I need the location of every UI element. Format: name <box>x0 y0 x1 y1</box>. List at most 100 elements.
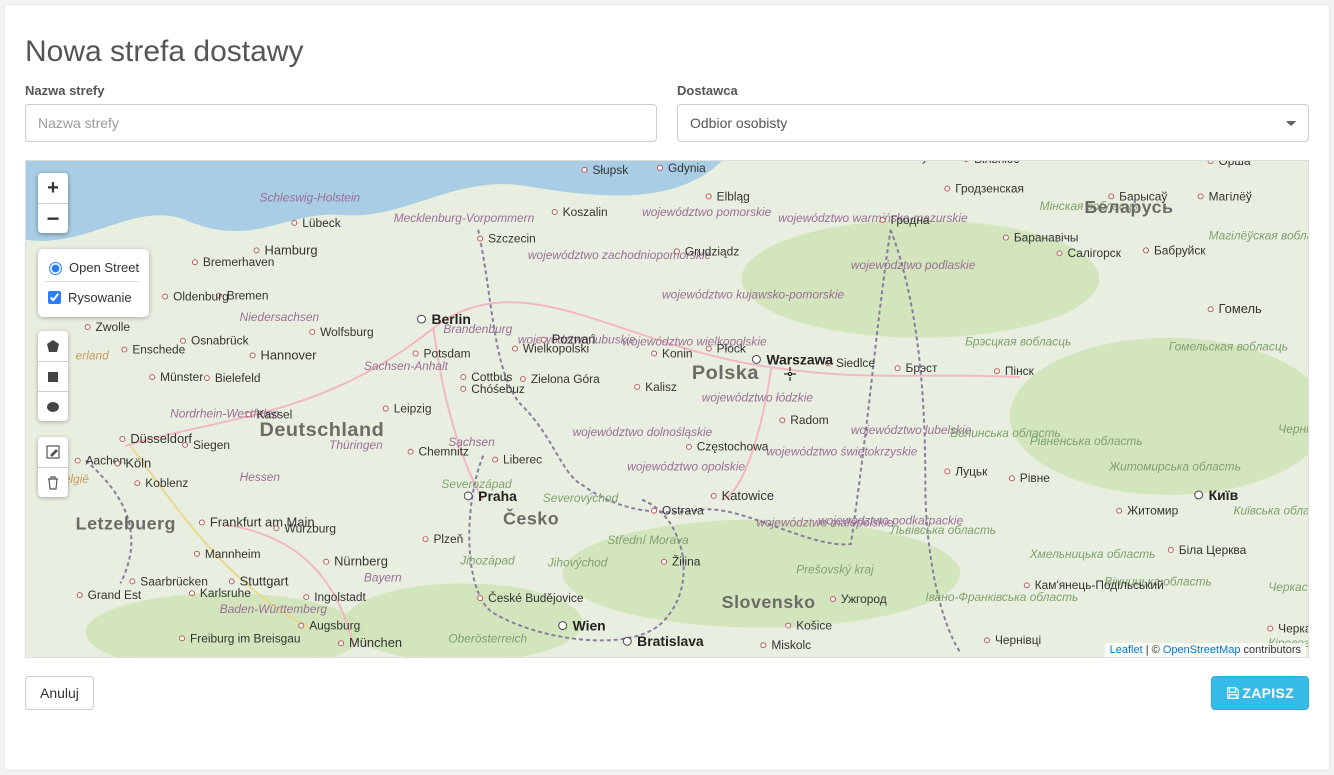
svg-text:Oldenburg: Oldenburg <box>173 290 229 304</box>
svg-text:Магілёў: Магілёў <box>1209 189 1252 203</box>
draw-edit-tools <box>38 437 68 497</box>
svg-text:Mecklenburg-Vorpommern: Mecklenburg-Vorpommern <box>394 211 535 225</box>
svg-text:Osnabrück: Osnabrück <box>191 334 249 348</box>
map-background: Schleswig-Holstein Mecklenburg-Vorpommern… <box>26 161 1308 657</box>
svg-text:Česko: Česko <box>503 508 559 529</box>
provider-group: Dostawca Odbior osobisty <box>677 83 1309 142</box>
edit-shapes-button[interactable] <box>38 437 68 467</box>
svg-text:Wielkopolski: Wielkopolski <box>523 342 589 356</box>
svg-text:Черкаська область: Черкаська область <box>1268 580 1308 594</box>
provider-select[interactable]: Odbior osobisty <box>677 104 1309 142</box>
svg-text:Jihozápad: Jihozápad <box>459 554 515 568</box>
svg-text:województwo warmińsko-mazurski: województwo warmińsko-mazurskie <box>778 211 968 225</box>
draw-circle-button[interactable] <box>38 391 68 421</box>
svg-text:Praha: Praha <box>478 488 517 504</box>
trash-icon <box>46 476 60 490</box>
svg-text:České Budějovice: České Budějovice <box>488 590 584 605</box>
svg-text:Барысаў: Барысаў <box>1119 189 1167 203</box>
svg-text:Radom: Radom <box>790 413 829 427</box>
provider-label: Dostawca <box>677 83 1309 98</box>
draw-polygon-button[interactable] <box>38 331 68 361</box>
svg-text:Konin: Konin <box>662 347 692 361</box>
svg-text:Deutschland: Deutschland <box>260 419 385 441</box>
drawing-layer-checkbox[interactable] <box>48 291 61 304</box>
base-layer-radio[interactable] <box>49 262 62 275</box>
svg-text:Stuttgart: Stuttgart <box>240 573 289 588</box>
svg-text:Hessen: Hessen <box>240 470 281 484</box>
svg-text:Niedersachsen: Niedersachsen <box>240 310 320 324</box>
svg-text:Chóśebuz: Chóśebuz <box>471 382 525 396</box>
draw-rectangle-button[interactable] <box>38 361 68 391</box>
base-layer-option[interactable]: Open Street <box>44 255 139 279</box>
svg-text:Potsdam: Potsdam <box>424 347 471 361</box>
svg-text:Siegen: Siegen <box>193 438 230 452</box>
svg-text:Орша: Орша <box>1219 161 1251 168</box>
svg-text:Schleswig-Holstein: Schleswig-Holstein <box>260 190 361 204</box>
draw-tools <box>38 331 68 421</box>
svg-text:Letzebuerg: Letzebuerg <box>76 513 176 533</box>
save-button[interactable]: ZAPISZ <box>1211 676 1309 710</box>
svg-text:Baden-Württemberg: Baden-Württemberg <box>220 602 328 616</box>
svg-text:Žilina: Žilina <box>672 554 701 569</box>
edit-icon <box>45 444 61 460</box>
svg-text:Wolfsburg: Wolfsburg <box>320 325 373 339</box>
zone-name-input[interactable] <box>25 104 657 142</box>
svg-text:Bremerhaven: Bremerhaven <box>203 255 275 269</box>
svg-text:Chemnitz: Chemnitz <box>419 445 469 459</box>
svg-text:Брэст: Брэст <box>906 361 939 375</box>
svg-text:Nürnberg: Nürnberg <box>334 554 388 569</box>
svg-text:Ostrava: Ostrava <box>662 504 704 518</box>
svg-text:województwo opolskie: województwo opolskie <box>627 459 745 473</box>
svg-text:Szczecin: Szczecin <box>488 232 536 246</box>
page-title: Nowa strefa dostawy <box>25 35 1309 69</box>
delivery-zone-card: Nowa strefa dostawy Nazwa strefy Dostawc… <box>4 4 1330 771</box>
zone-name-group: Nazwa strefy <box>25 83 657 142</box>
svg-text:Житомирська область: Житомирська область <box>1108 459 1241 473</box>
svg-text:województwo kujawsko-pomorskie: województwo kujawsko-pomorskie <box>662 288 844 302</box>
circle-icon <box>46 400 60 414</box>
svg-text:Katowice: Katowice <box>722 488 774 503</box>
svg-text:Enschede: Enschede <box>132 343 185 357</box>
cancel-button[interactable]: Anuluj <box>25 676 94 710</box>
svg-text:Рівне: Рівне <box>1020 471 1051 485</box>
svg-text:Köln: Köln <box>125 456 151 471</box>
svg-text:województwo podlaskie: województwo podlaskie <box>851 258 976 272</box>
map-attribution: Leaflet | © OpenStreetMap contributors <box>1105 643 1306 657</box>
svg-text:województwo pomorskie: województwo pomorskie <box>642 205 772 219</box>
svg-text:Гродзенская: Гродзенская <box>955 181 1024 195</box>
svg-text:Aachen: Aachen <box>86 454 126 468</box>
svg-text:Grand Est: Grand Est <box>88 588 142 602</box>
svg-text:Plzeň: Plzeň <box>433 532 463 546</box>
form-row: Nazwa strefy Dostawca Odbior osobisty <box>25 83 1309 142</box>
zone-name-label: Nazwa strefy <box>25 83 657 98</box>
svg-text:Ingolstadt: Ingolstadt <box>314 590 366 604</box>
svg-text:Jihovýchod: Jihovýchod <box>547 556 608 570</box>
polygon-icon <box>45 338 61 354</box>
svg-text:Луцьк: Луцьк <box>955 464 988 478</box>
square-icon <box>46 370 60 384</box>
svg-text:Гомель: Гомель <box>1219 301 1262 316</box>
leaflet-link[interactable]: Leaflet <box>1110 644 1143 656</box>
delete-shapes-button[interactable] <box>38 467 68 497</box>
svg-text:Ужгород: Ужгород <box>841 592 887 606</box>
svg-text:Slovensko: Slovensko <box>722 592 816 612</box>
svg-text:Koszalin: Koszalin <box>563 205 608 219</box>
svg-text:Кам'янець-Подільський: Кам'янець-Подільський <box>1035 578 1164 592</box>
svg-text:Saarbrücken: Saarbrücken <box>140 574 208 588</box>
osm-link[interactable]: OpenStreetMap <box>1163 644 1241 656</box>
svg-text:Koblenz: Koblenz <box>145 476 188 490</box>
map-container[interactable]: Schleswig-Holstein Mecklenburg-Vorpommern… <box>25 160 1309 658</box>
drawing-layer-option[interactable]: Rysowanie <box>44 284 139 311</box>
layer-separator <box>44 281 139 282</box>
svg-text:województwo dolnośląskie: województwo dolnośląskie <box>573 425 713 439</box>
svg-text:Рівненська область: Рівненська область <box>1030 434 1143 448</box>
svg-text:Каўнас: Каўнас <box>908 161 947 164</box>
layers-control: Open Street Rysowanie <box>38 249 149 317</box>
zoom-out-button[interactable]: − <box>38 203 68 233</box>
svg-text:Пінск: Пінск <box>1005 364 1035 378</box>
svg-text:Polska: Polska <box>692 362 760 384</box>
svg-text:Prešovský kraj: Prešovský kraj <box>796 563 874 577</box>
svg-text:Kalisz: Kalisz <box>645 380 677 394</box>
svg-text:Бабруйск: Бабруйск <box>1154 243 1206 257</box>
zoom-in-button[interactable]: + <box>38 173 68 203</box>
